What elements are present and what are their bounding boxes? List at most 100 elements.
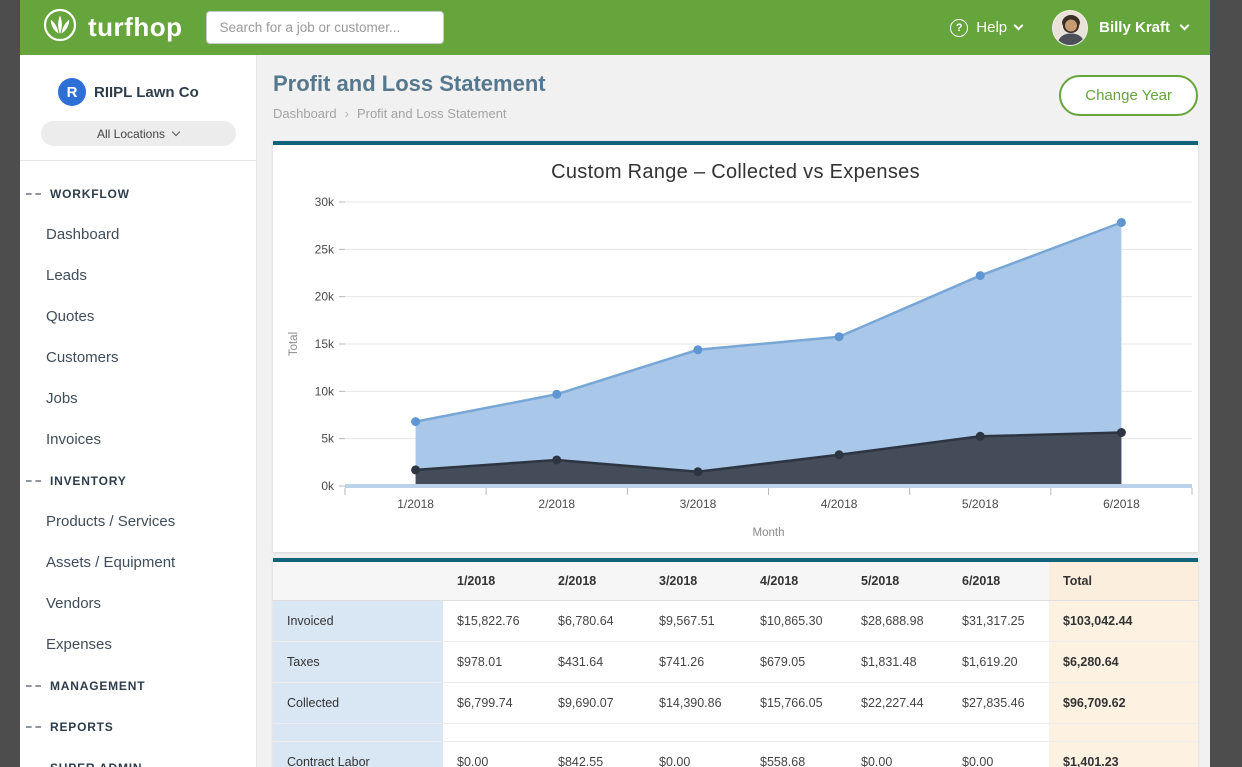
sidebar-item-dashboard[interactable]: Dashboard xyxy=(20,214,256,255)
sidebar-item-products-services[interactable]: Products / Services xyxy=(20,501,256,542)
search-input[interactable] xyxy=(206,11,444,44)
nav-section-header-inventory[interactable]: INVENTORY xyxy=(20,460,256,501)
cell-value: $0.00 xyxy=(948,742,1049,767)
page-header: Profit and Loss Statement Dashboard › Pr… xyxy=(273,71,1198,121)
nav-section-header-workflow[interactable]: WORKFLOW xyxy=(20,173,256,214)
sidebar-item-invoices[interactable]: Invoices xyxy=(20,419,256,460)
chart-area: 0k5k10k15k20k25k30k1/20182/20183/20184/2… xyxy=(273,184,1198,544)
brand-name: turfhop xyxy=(88,12,182,43)
nav-section-header-super-admin[interactable]: SUPER ADMIN xyxy=(20,747,256,767)
sidebar-item-leads[interactable]: Leads xyxy=(20,255,256,296)
app-window: turfhop ? Help Billy Kraft xyxy=(20,0,1210,767)
pnl-chart: 0k5k10k15k20k25k30k1/20182/20183/20184/2… xyxy=(273,184,1198,544)
svg-text:6/2018: 6/2018 xyxy=(1103,497,1140,511)
change-year-button[interactable]: Change Year xyxy=(1059,75,1198,116)
svg-text:25k: 25k xyxy=(315,242,335,256)
user-name: Billy Kraft xyxy=(1099,19,1170,36)
sidebar-item-expenses[interactable]: Expenses xyxy=(20,624,256,665)
row-total: $1,401.23 xyxy=(1049,742,1198,767)
pnl-table-head-row: 1/20182/20183/20184/20185/20186/2018Tota… xyxy=(273,562,1198,601)
svg-text:3/2018: 3/2018 xyxy=(680,497,717,511)
row-label: Taxes xyxy=(273,642,443,683)
topbar: turfhop ? Help Billy Kraft xyxy=(20,0,1210,55)
cell-value: $22,227.44 xyxy=(847,683,948,724)
cell-value: $27,835.46 xyxy=(948,683,1049,724)
table-row-invoiced: Invoiced$15,822.76$6,780.64$9,567.51$10,… xyxy=(273,601,1198,642)
column-header-2-2018: 2/2018 xyxy=(544,562,645,601)
svg-text:15k: 15k xyxy=(315,337,335,351)
pnl-table-body: Invoiced$15,822.76$6,780.64$9,567.51$10,… xyxy=(273,601,1198,767)
chart-title: Custom Range – Collected vs Expenses xyxy=(273,145,1198,184)
sidebar-item-jobs[interactable]: Jobs xyxy=(20,378,256,419)
nav-section-label: MANAGEMENT xyxy=(50,679,145,693)
cell-value: $15,766.05 xyxy=(746,683,847,724)
svg-text:5/2018: 5/2018 xyxy=(962,497,999,511)
svg-text:0k: 0k xyxy=(321,479,335,493)
section-spacer-row xyxy=(273,724,1198,742)
sidebar-item-customers[interactable]: Customers xyxy=(20,337,256,378)
table-row-taxes: Taxes$978.01$431.64$741.26$679.05$1,831.… xyxy=(273,642,1198,683)
help-label: Help xyxy=(976,19,1007,36)
cell-value: $10,865.30 xyxy=(746,601,847,642)
cell-value: $31,317.25 xyxy=(948,601,1049,642)
nav-section-label: INVENTORY xyxy=(50,474,127,488)
sidebar-item-vendors[interactable]: Vendors xyxy=(20,583,256,624)
brand[interactable]: turfhop xyxy=(42,7,182,48)
row-label: Invoiced xyxy=(273,601,443,642)
nav-section-super-admin: SUPER ADMIN xyxy=(20,747,256,767)
cell-value: $15,822.76 xyxy=(443,601,544,642)
sidebar-item-quotes[interactable]: Quotes xyxy=(20,296,256,337)
nav-section-inventory: INVENTORY Products / ServicesAssets / Equ… xyxy=(20,460,256,665)
breadcrumb: Dashboard › Profit and Loss Statement xyxy=(273,106,546,121)
sidebar-item-assets-equipment[interactable]: Assets / Equipment xyxy=(20,542,256,583)
chart-card: Custom Range – Collected vs Expenses 0k 5… xyxy=(273,141,1198,552)
nav-section-header-reports[interactable]: REPORTS xyxy=(20,706,256,747)
nav-section-management: MANAGEMENT xyxy=(20,665,256,706)
company-name: RIIPL Lawn Co xyxy=(94,84,199,101)
cell-value: $558.68 xyxy=(746,742,847,767)
user-menu[interactable]: Billy Kraft xyxy=(1052,10,1188,46)
spacer-cell xyxy=(273,724,443,742)
pnl-table: 1/20182/20183/20184/20185/20186/2018Tota… xyxy=(273,562,1198,767)
nav-section-reports: REPORTS xyxy=(20,706,256,747)
tree-branch-icon xyxy=(26,480,41,482)
column-header-blank xyxy=(273,562,443,601)
help-icon: ? xyxy=(950,19,968,37)
svg-text:20k: 20k xyxy=(315,290,335,304)
nav-section-header-management[interactable]: MANAGEMENT xyxy=(20,665,256,706)
cell-value: $28,688.98 xyxy=(847,601,948,642)
row-total: $6,280.64 xyxy=(1049,642,1198,683)
svg-text:10k: 10k xyxy=(315,384,335,398)
nav-section-workflow: WORKFLOWDashboardLeadsQuotesCustomersJob… xyxy=(20,173,256,460)
chevron-down-icon xyxy=(1014,21,1024,31)
column-header-1-2018: 1/2018 xyxy=(443,562,544,601)
main-content: Profit and Loss Statement Dashboard › Pr… xyxy=(257,55,1210,767)
cell-value: $842.55 xyxy=(544,742,645,767)
table-card: 1/20182/20183/20184/20185/20186/2018Tota… xyxy=(273,558,1198,767)
cell-value: $978.01 xyxy=(443,642,544,683)
svg-text:5k: 5k xyxy=(321,432,335,446)
spacer-cell xyxy=(443,724,1049,742)
company: R RIIPL Lawn Co xyxy=(20,55,256,109)
user-avatar[interactable] xyxy=(1052,10,1088,46)
cell-value: $0.00 xyxy=(645,742,746,767)
column-header-4-2018: 4/2018 xyxy=(746,562,847,601)
locations-label: All Locations xyxy=(97,127,165,141)
row-label: Collected xyxy=(273,683,443,724)
breadcrumb-current: Profit and Loss Statement xyxy=(357,106,507,121)
nav-section-label: SUPER ADMIN xyxy=(50,761,142,767)
topbar-right: ? Help Billy Kraft xyxy=(950,10,1188,46)
tree-branch-icon xyxy=(26,685,41,687)
svg-text:Total: Total xyxy=(288,332,300,356)
page-title: Profit and Loss Statement xyxy=(273,71,546,97)
tree-branch-icon xyxy=(26,193,41,195)
cell-value: $1,831.48 xyxy=(847,642,948,683)
breadcrumb-dashboard[interactable]: Dashboard xyxy=(273,106,337,121)
help-menu[interactable]: ? Help xyxy=(950,19,1022,37)
locations-selector[interactable]: All Locations xyxy=(41,121,236,146)
cell-value: $14,390.86 xyxy=(645,683,746,724)
spacer-cell xyxy=(1049,724,1198,742)
svg-text:Month: Month xyxy=(753,527,785,539)
column-header-3-2018: 3/2018 xyxy=(645,562,746,601)
column-header-6-2018: 6/2018 xyxy=(948,562,1049,601)
